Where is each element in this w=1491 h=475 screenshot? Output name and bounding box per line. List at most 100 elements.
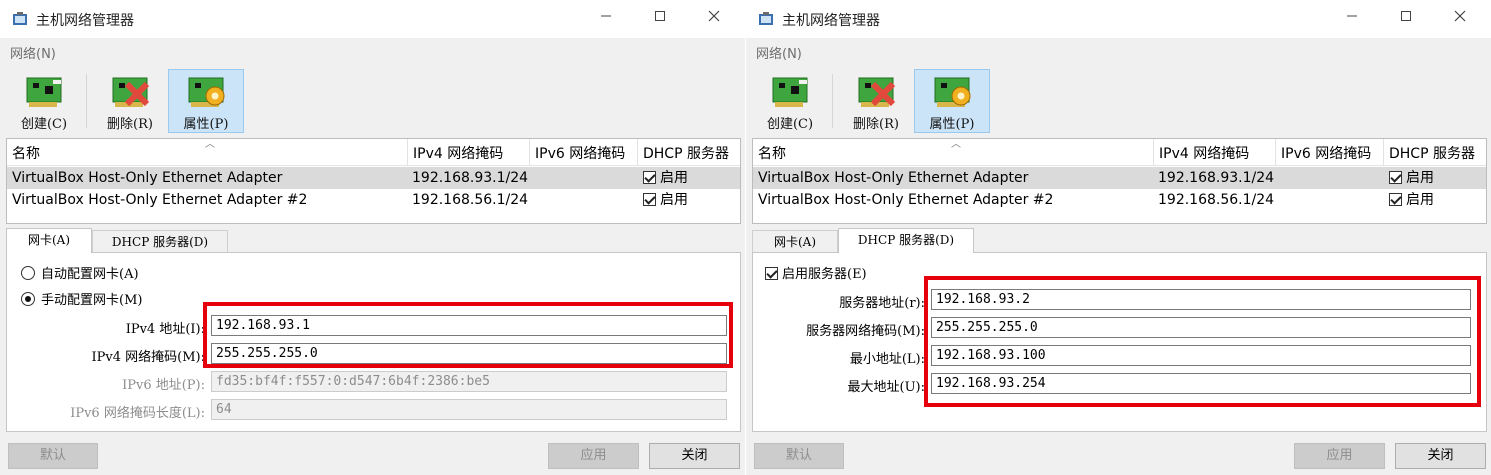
adapter-ipv4: 192.168.93.1/24 <box>412 170 529 186</box>
dhcp-status: 启用 <box>1406 170 1434 186</box>
server-address-label: 服务器地址(r): <box>839 296 925 311</box>
maximize-icon[interactable] <box>1383 0 1429 38</box>
column-header-ipv6[interactable]: IPv6 网络掩码 <box>1275 139 1383 166</box>
toolbar: 创建(C) 删除(R) 属性(P) <box>746 64 1491 136</box>
enable-server-checkbox[interactable]: 启用服务器(E) <box>765 263 867 282</box>
close-button[interactable]: 关闭 <box>649 443 740 469</box>
dhcp-checkbox[interactable] <box>643 193 656 206</box>
toolbar: 创建(C) 删除(R) 属性(P) <box>0 64 745 136</box>
menu-network[interactable]: 网络(N) <box>756 43 802 62</box>
minimize-icon[interactable] <box>1329 0 1375 38</box>
close-icon[interactable] <box>1437 0 1483 38</box>
maximize-icon[interactable] <box>637 0 683 38</box>
tab-adapter[interactable]: 网卡(A) <box>752 230 838 252</box>
column-header-dhcp[interactable]: DHCP 服务器 <box>637 139 741 166</box>
tab-dhcp-server[interactable]: DHCP 服务器(D) <box>838 228 974 253</box>
window-title: 主机网络管理器 <box>782 13 880 29</box>
virtualbox-app-icon <box>759 12 773 25</box>
red-highlight-box <box>203 302 733 368</box>
menu-network[interactable]: 网络(N) <box>10 43 56 62</box>
delete-button[interactable]: 删除(R) <box>838 69 914 133</box>
adapter-ipv4: 192.168.56.1/24 <box>1158 192 1275 208</box>
dhcp-cell: 启用 <box>639 189 688 211</box>
menu-bar: 网络(N) <box>746 38 1491 64</box>
apply-button[interactable]: 应用 <box>548 443 639 469</box>
create-button[interactable]: 创建(C) <box>752 69 828 133</box>
close-icon[interactable] <box>691 0 737 38</box>
column-header-name[interactable]: 名称 <box>7 139 407 166</box>
adapter-name: VirtualBox Host-Only Ethernet Adapter <box>12 170 283 186</box>
network-list[interactable]: ︿ 名称 IPv4 网络掩码 IPv6 网络掩码 DHCP 服务器 Virtua… <box>752 138 1487 224</box>
adapter-name: VirtualBox Host-Only Ethernet Adapter <box>758 170 1029 186</box>
dhcp-status: 启用 <box>660 170 688 186</box>
delete-button[interactable]: 删除(R) <box>92 69 168 133</box>
menu-bar: 网络(N) <box>0 38 745 64</box>
red-highlight-box <box>924 276 1481 407</box>
table-row[interactable]: VirtualBox Host-Only Ethernet Adapter #2… <box>753 189 1486 211</box>
list-header: ︿ 名称 IPv4 网络掩码 IPv6 网络掩码 DHCP 服务器 <box>753 139 1486 166</box>
dhcp-cell: 启用 <box>1385 189 1434 211</box>
adapter-name: VirtualBox Host-Only Ethernet Adapter #2 <box>12 192 308 208</box>
apply-button[interactable]: 应用 <box>1294 443 1385 469</box>
adapter-name: VirtualBox Host-Only Ethernet Adapter #2 <box>758 192 1054 208</box>
dhcp-status: 启用 <box>660 192 688 208</box>
tab-strip: 网卡(A) DHCP 服务器(D) <box>752 228 1052 253</box>
radio-auto-config[interactable]: 自动配置网卡(A) <box>21 263 139 282</box>
ipv4-address-label: IPv4 地址(I): <box>125 322 205 337</box>
ipv6-prefix-length-label: IPv6 网络掩码长度(L): <box>70 406 205 421</box>
column-header-ipv4[interactable]: IPv4 网络掩码 <box>407 139 529 166</box>
title-bar: 主机网络管理器 <box>746 0 1491 38</box>
dhcp-checkbox[interactable] <box>1389 171 1402 184</box>
network-card-properties-icon <box>188 77 225 107</box>
table-row[interactable]: VirtualBox Host-Only Ethernet Adapter 19… <box>753 167 1486 189</box>
tab-adapter[interactable]: 网卡(A) <box>6 228 92 253</box>
upper-address-label: 最大地址(U): <box>847 380 925 395</box>
lower-address-label: 最小地址(L): <box>849 352 925 367</box>
column-header-name[interactable]: 名称 <box>753 139 1153 166</box>
create-button[interactable]: 创建(C) <box>6 69 82 133</box>
ipv6-address-label: IPv6 地址(P): <box>122 378 205 393</box>
network-card-delete-icon <box>112 77 150 107</box>
tab-strip: 网卡(A) DHCP 服务器(D) <box>6 228 306 253</box>
table-row[interactable]: VirtualBox Host-Only Ethernet Adapter #2… <box>7 189 740 211</box>
network-card-properties-icon <box>934 77 971 107</box>
column-header-ipv4[interactable]: IPv4 网络掩码 <box>1153 139 1275 166</box>
server-mask-label: 服务器网络掩码(M): <box>806 324 925 339</box>
network-list[interactable]: ︿ 名称 IPv4 网络掩码 IPv6 网络掩码 DHCP 服务器 Virtua… <box>6 138 741 224</box>
dhcp-checkbox[interactable] <box>1389 193 1402 206</box>
virtualbox-app-icon <box>13 12 27 25</box>
radio-manual-config[interactable]: 手动配置网卡(M) <box>21 289 142 308</box>
default-button[interactable]: 默认 <box>754 443 844 469</box>
close-button[interactable]: 关闭 <box>1395 443 1486 469</box>
default-button[interactable]: 默认 <box>8 443 98 469</box>
column-header-dhcp[interactable]: DHCP 服务器 <box>1383 139 1487 166</box>
network-card-delete-icon <box>858 77 896 107</box>
properties-button[interactable]: 属性(P) <box>914 69 990 133</box>
table-row[interactable]: VirtualBox Host-Only Ethernet Adapter 19… <box>7 167 740 189</box>
network-card-create-icon <box>26 77 62 107</box>
host-network-manager-window-right: 主机网络管理器 网络(N) 创建(C) 删除(R) 属性(P) ︿ 名称 IPv… <box>746 0 1491 475</box>
ipv4-mask-label: IPv4 网络掩码(M): <box>91 350 205 365</box>
adapter-ipv4: 192.168.56.1/24 <box>412 192 529 208</box>
properties-button[interactable]: 属性(P) <box>168 69 244 133</box>
window-title: 主机网络管理器 <box>36 13 134 29</box>
dhcp-status: 启用 <box>1406 192 1434 208</box>
dhcp-cell: 启用 <box>639 167 688 189</box>
list-header: ︿ 名称 IPv4 网络掩码 IPv6 网络掩码 DHCP 服务器 <box>7 139 740 166</box>
host-network-manager-window-left: 主机网络管理器 网络(N) 创建(C) 删除(R) 属性(P) ︿ 名称 IPv… <box>0 0 745 475</box>
toolbar-separator <box>832 74 833 128</box>
toolbar-separator <box>86 74 87 128</box>
adapter-ipv4: 192.168.93.1/24 <box>1158 170 1275 186</box>
ipv6-address-field: fd35:bf4f:f557:0:d547:6b4f:2386:be5 <box>211 371 727 392</box>
title-bar: 主机网络管理器 <box>0 0 745 38</box>
dhcp-cell: 启用 <box>1385 167 1434 189</box>
radio-button[interactable] <box>21 266 35 280</box>
checkbox[interactable] <box>765 267 778 280</box>
radio-button[interactable] <box>21 292 35 306</box>
minimize-icon[interactable] <box>583 0 629 38</box>
dhcp-checkbox[interactable] <box>643 171 656 184</box>
ipv6-prefix-length-field: 64 <box>211 399 727 420</box>
tab-dhcp-server[interactable]: DHCP 服务器(D) <box>92 230 228 252</box>
network-card-create-icon <box>772 77 808 107</box>
column-header-ipv6[interactable]: IPv6 网络掩码 <box>529 139 637 166</box>
